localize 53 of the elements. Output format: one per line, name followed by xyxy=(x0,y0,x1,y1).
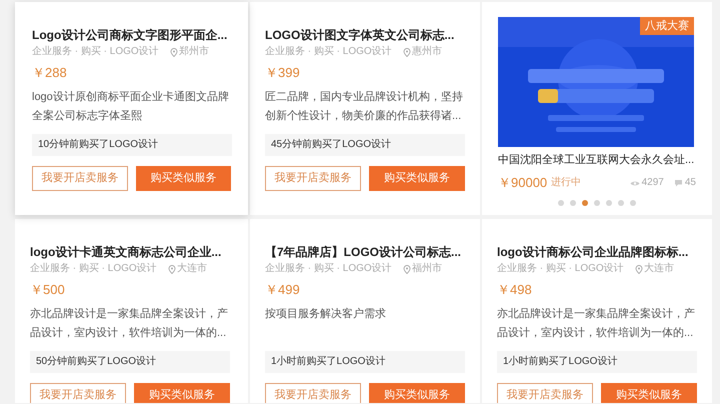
price: ￥288 xyxy=(32,64,68,82)
contest-badge: 八戒大赛 xyxy=(640,17,694,35)
price: ￥90000 xyxy=(498,174,548,192)
purchase-notice: 45分钟前购买了LOGO设计 xyxy=(265,134,465,156)
buy-similar-button[interactable]: 购买类似服务 xyxy=(134,383,230,403)
buy-similar-button[interactable]: 购买类似服务 xyxy=(369,166,465,191)
card-title: logo设计卡通英文商标志公司企业... xyxy=(30,244,222,261)
location-pin-icon xyxy=(635,264,643,274)
card-description: 亦北品牌设计是一家集品牌全案设计，产品设计，室内设计，软件培训为一体的... xyxy=(497,306,696,341)
card-description: 按项目服务解决客户需求 xyxy=(265,306,387,322)
location-pin-icon xyxy=(403,264,411,274)
buy-similar-button[interactable]: 购买类似服务 xyxy=(136,166,231,191)
location-text: 惠州市 xyxy=(412,45,442,59)
price: ￥498 xyxy=(497,281,533,299)
chat-bubble-icon xyxy=(674,179,683,187)
open-shop-button[interactable]: 我要开店卖服务 xyxy=(30,383,126,403)
purchase-notice: 10分钟前购买了LOGO设计 xyxy=(32,134,232,156)
card-description: logo设计原创商标平面企业卡通图文品牌全案公司标志字体圣熙 xyxy=(32,90,230,124)
location-pin-icon xyxy=(403,48,411,56)
view-count: 4297 xyxy=(642,176,664,190)
purchase-notice: 1小时前购买了LOGO设计 xyxy=(497,351,697,373)
location-text: 大连市 xyxy=(177,262,207,276)
contest-status: 进行中 xyxy=(551,176,582,190)
location-pin-icon xyxy=(168,264,176,274)
card-title: 【7年品牌店】LOGO设计公司标志... xyxy=(265,244,462,261)
card-title: logo设计商标公司企业品牌图标标... xyxy=(497,244,688,261)
eye-icon xyxy=(630,180,640,186)
open-shop-button[interactable]: 我要开店卖服务 xyxy=(32,166,128,191)
card-description: 亦北品牌设计是一家集品牌全案设计，产品设计，室内设计，软件培训为一体的... xyxy=(30,306,229,341)
location-text: 福州市 xyxy=(412,262,442,276)
card-meta: 企业服务 · 购买 · LOGO设计 xyxy=(497,262,625,276)
card-meta: 企业服务 · 购买 · LOGO设计 xyxy=(32,45,160,59)
card-meta: 企业服务 · 购买 · LOGO设计 xyxy=(265,262,393,276)
location-pin-icon xyxy=(170,48,178,56)
location-text: 大连市 xyxy=(644,262,674,276)
location-text: 郑州市 xyxy=(179,45,209,59)
card-meta: 企业服务 · 购买 · LOGO设计 xyxy=(265,45,393,59)
price: ￥500 xyxy=(30,281,66,299)
open-shop-button[interactable]: 我要开店卖服务 xyxy=(265,166,361,191)
card-title: 中国沈阳全球工业互联网大会永久会址... xyxy=(498,152,694,168)
purchase-notice: 1小时前购买了LOGO设计 xyxy=(265,351,465,373)
buy-similar-button[interactable]: 购买类似服务 xyxy=(601,383,697,403)
open-shop-button[interactable]: 我要开店卖服务 xyxy=(497,383,593,403)
price: ￥499 xyxy=(265,281,301,299)
card-title: LOGO设计图文字体英文公司标志... xyxy=(265,27,454,44)
card-description: 匠二品牌，国内专业品牌设计机构，坚持创新个性设计，物美价廉的作品获得诸... xyxy=(265,90,464,124)
purchase-notice: 50分钟前购买了LOGO设计 xyxy=(30,351,230,373)
card-title: Logo设计公司商标文字图形平面企... xyxy=(32,27,228,44)
buy-similar-button[interactable]: 购买类似服务 xyxy=(369,383,465,403)
card-meta: 企业服务 · 购买 · LOGO设计 xyxy=(30,262,158,276)
price: ￥399 xyxy=(265,64,301,82)
comment-count: 45 xyxy=(684,176,696,190)
open-shop-button[interactable]: 我要开店卖服务 xyxy=(265,383,361,403)
